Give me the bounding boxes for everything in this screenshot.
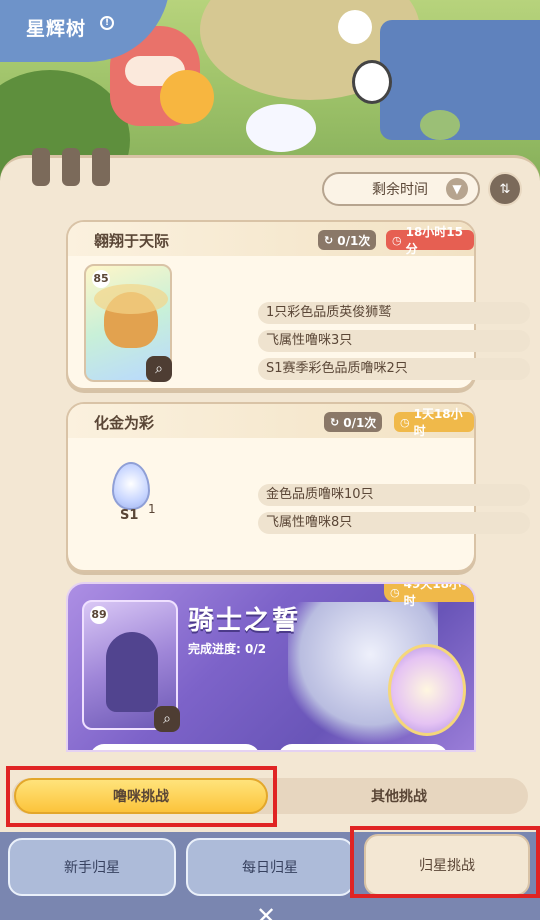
tab-other-challenge[interactable]: 其他挑战	[270, 778, 528, 814]
sort-dropdown[interactable]: 剩余时间 ▼	[322, 172, 480, 206]
completion-progress: 完成进度: 0/2	[188, 642, 267, 656]
ring-decoration	[92, 148, 110, 186]
attempt-count-badge: ↻ 0/1次	[318, 230, 377, 250]
notebook-rings	[32, 148, 110, 186]
magnify-icon[interactable]: ⌕	[154, 706, 180, 732]
clock-icon: ◷	[390, 585, 400, 599]
ring-decoration	[32, 148, 50, 186]
time-remaining-badge: ◷ 1天18小时	[394, 407, 474, 438]
reward-slot	[90, 744, 260, 750]
requirement-item: 飞属性噜咪8只	[258, 512, 530, 534]
card-title: 翱翔于天际	[94, 232, 170, 250]
ghost-character	[338, 10, 372, 44]
time-remaining: 49天18小时	[403, 582, 462, 608]
griffin-wings	[94, 284, 168, 314]
chevron-down-icon: ▼	[446, 178, 468, 200]
sort-label: 剩余时间	[372, 182, 428, 198]
refresh-icon: ↻	[330, 415, 340, 429]
page-title: 星辉树	[26, 18, 87, 40]
white-bird	[246, 104, 316, 152]
panda-character	[352, 60, 392, 104]
time-remaining-badge: ◷ 49天18小时	[384, 584, 474, 608]
tab-pet-challenge[interactable]: 噜咪挑战	[14, 778, 268, 814]
attempt-count-badge: ↻ 0/1次	[324, 412, 383, 432]
clock-icon: ◷	[392, 233, 402, 247]
mouse-character	[420, 110, 460, 140]
card-header: 翱翔于天际 ↻ 0/1次 ◷ 18小时15分	[68, 222, 474, 256]
egg-season-label: S1	[120, 508, 139, 523]
challenge-title: 骑士之誓	[188, 606, 301, 636]
requirement-item: 飞属性噜咪3只	[258, 330, 530, 352]
magnify-icon[interactable]: ⌕	[146, 356, 172, 382]
pet-level: 89	[90, 606, 108, 624]
time-remaining-badge: ◷ 18小时15分	[386, 225, 474, 256]
tab-star-challenge[interactable]: 归星挑战	[364, 834, 530, 896]
challenge-card[interactable]: 翱翔于天际 ↻ 0/1次 ◷ 18小时15分 85 ⌕ 1只彩色品质英俊狮鹫 飞…	[66, 220, 530, 390]
attempt-count: 0/1次	[337, 233, 371, 248]
featured-challenge-card[interactable]: 骑士之誓 完成进度: 0/2 ◷ 49天18小时 89 ⌕	[66, 582, 476, 752]
challenge-card[interactable]: 化金为彩 ↻ 0/1次 ◷ 1天18小时 S1 1 金色品质噜咪10只 飞属性噜…	[66, 402, 530, 572]
tab-beginner[interactable]: 新手归星	[8, 838, 176, 896]
crystal-shield	[388, 644, 466, 736]
reward-slot	[278, 744, 448, 750]
clock-icon: ◷	[400, 415, 410, 429]
requirement-item: S1赛季彩色品质噜咪2只	[258, 358, 530, 380]
ring-decoration	[62, 148, 80, 186]
tab-daily[interactable]: 每日归星	[186, 838, 354, 896]
info-icon[interactable]: !	[100, 16, 114, 30]
attempt-count: 0/1次	[343, 415, 377, 430]
close-icon[interactable]: ✕	[256, 902, 276, 920]
card-title: 化金为彩	[94, 414, 155, 432]
knight-pet-image	[106, 632, 158, 712]
requirement-item: 1只彩色品质英俊狮鹫	[258, 302, 530, 324]
card-header: 化金为彩 ↻ 0/1次 ◷ 1天18小时	[68, 404, 474, 438]
time-remaining: 1天18小时	[413, 407, 463, 438]
egg-icon[interactable]	[112, 462, 150, 510]
refresh-icon: ↻	[324, 233, 334, 247]
time-remaining: 18小时15分	[405, 225, 464, 256]
egg-count: 1	[148, 502, 156, 516]
sort-order-icon[interactable]: ⇅	[488, 172, 522, 206]
pet-level: 85	[92, 270, 110, 288]
requirement-item: 金色品质噜咪10只	[258, 484, 530, 506]
